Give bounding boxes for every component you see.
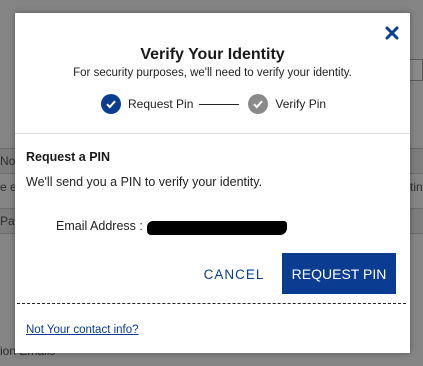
dashed-divider	[17, 303, 406, 304]
dialog-title: Verify Your Identity	[140, 46, 285, 63]
email-label: Email Address :	[56, 219, 143, 233]
section-heading: Request a PIN	[26, 150, 111, 164]
step-label: Request Pin	[128, 97, 194, 111]
progress-stepper: Request Pin Verify Pin	[101, 93, 326, 115]
step-request-pin: Request Pin	[101, 94, 193, 114]
section-description: We'll send you a PIN to verify your iden…	[26, 175, 263, 189]
background-row-text: tin	[410, 180, 423, 194]
stepper-connector	[199, 103, 240, 105]
step-label: Verify Pin	[275, 97, 327, 111]
check-circle-icon	[248, 94, 269, 114]
step-verify-pin: Verify Pin	[248, 94, 326, 114]
verify-identity-dialog: Verify Your Identity For security purpos…	[15, 13, 410, 353]
background-row-text: Pa	[0, 214, 15, 228]
request-pin-button[interactable]: REQUEST PIN	[282, 253, 396, 294]
close-icon[interactable]	[384, 25, 400, 41]
dialog-subtitle: For security purposes, we'll need to ver…	[73, 67, 352, 79]
email-value-redacted	[147, 221, 287, 235]
not-your-contact-info-link[interactable]: Not Your contact info?	[26, 324, 139, 336]
cancel-button[interactable]: CANCEL	[199, 260, 269, 288]
close-button[interactable]	[384, 25, 400, 41]
divider	[15, 133, 410, 134]
check-circle-icon	[101, 94, 121, 114]
